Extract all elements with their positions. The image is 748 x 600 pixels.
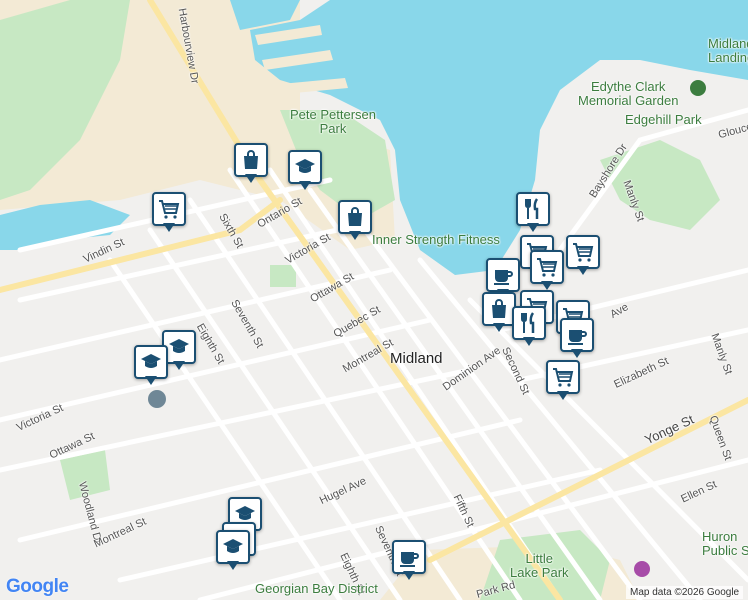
small-park [270,265,296,287]
marker-tail [245,174,257,183]
marker-tail [173,361,185,370]
edgehill-park-label: Edgehill Park [625,112,702,127]
georgian-bay-district-label: Georgian Bay District [255,581,378,596]
graduation-cap-icon [134,345,168,379]
marker-tail [571,349,583,358]
huron-public-school-label: Huron Public Sc [702,529,748,558]
shopping-bag-icon [338,200,372,234]
shopping-cart-icon [530,250,564,284]
marker-school-3[interactable] [134,345,168,387]
edythe-clark-garden-label: Edythe Clark Memorial Garden [578,79,679,108]
marker-tail [557,391,569,400]
marker-school-6[interactable] [216,530,250,572]
shopping-cart-icon [546,360,580,394]
marker-tail [349,231,361,240]
marker-tail [299,181,311,190]
museum-poi-icon [634,561,650,577]
fork-knife-icon [512,306,546,340]
map-canvas[interactable]: Harbourview Dr Pete Pettersen Park Inner… [0,0,748,600]
graduation-cap-icon [216,530,250,564]
graduation-cap-icon [288,150,322,184]
marker-grocery-4[interactable] [530,250,564,292]
coffee-cup-icon [392,540,426,574]
marker-cafe-3[interactable] [392,540,426,582]
school-poi-icon [148,390,166,408]
marker-shopping-bag-3[interactable] [482,292,516,334]
marker-grocery-1[interactable] [152,192,186,234]
marker-shopping-bag-2[interactable] [338,200,372,242]
marker-school-1[interactable] [288,150,322,192]
shopping-cart-icon [152,192,186,226]
little-lake-park-label: Little Lake Park [510,551,569,580]
map-attribution[interactable]: Map data ©2026 Google [626,586,744,599]
marker-cafe-2[interactable] [560,318,594,360]
marker-restaurant-1[interactable] [516,192,550,234]
marker-tail [577,266,589,275]
marker-tail [227,561,239,570]
shopping-bag-icon [234,143,268,177]
shopping-cart-icon [566,235,600,269]
marker-tail [493,323,505,332]
coffee-cup-icon [486,258,520,292]
google-logo: Google [6,576,69,597]
marker-tail [163,223,175,232]
marker-tail [541,281,553,290]
marker-shopping-bag-1[interactable] [234,143,268,185]
fork-knife-icon [516,192,550,226]
midland-city-label: Midland [390,350,443,367]
marker-tail [145,376,157,385]
coffee-cup-icon [560,318,594,352]
inner-strength-fitness-label: Inner Strength Fitness [372,232,500,247]
marker-grocery-3[interactable] [566,235,600,277]
garden-tree-icon [690,80,706,96]
marker-restaurant-2[interactable] [512,306,546,348]
marker-tail [523,337,535,346]
marker-grocery-7[interactable] [546,360,580,402]
shopping-bag-icon [482,292,516,326]
pete-pettersen-park-label: Pete Pettersen Park [290,107,376,136]
marker-tail [527,223,539,232]
marker-tail [403,571,415,580]
midland-landing-label: Midland Landing [708,36,748,65]
